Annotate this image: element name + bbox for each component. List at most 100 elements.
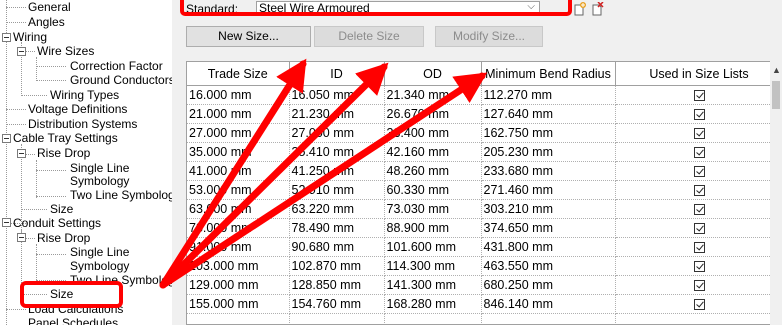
table-row[interactable]: 129.000 mm 128.850 mm 141.300 mm 680.250 mm xyxy=(187,275,770,295)
cell-min-bend-radius[interactable]: 303.210 mm xyxy=(481,199,616,219)
delete-standard-icon[interactable] xyxy=(592,2,604,16)
tree-item-wire-sizes[interactable]: Wire Sizes xyxy=(37,44,94,58)
cell-id[interactable]: 102.870 mm xyxy=(289,256,385,276)
cell-trade-size[interactable]: 53.000 mm xyxy=(187,180,290,200)
cell-id[interactable]: 90.680 mm xyxy=(289,237,385,257)
tree-item-angles[interactable]: Angles xyxy=(28,15,65,29)
cell-id[interactable]: 27.000 mm xyxy=(289,123,385,143)
scroll-up-arrow-icon[interactable]: ▲ xyxy=(772,65,781,75)
cell-od[interactable]: 101.600 mm xyxy=(384,237,482,257)
tree-item-cable-tray-symbology[interactable]: Symbology xyxy=(70,174,129,188)
checkbox-checked-icon[interactable] xyxy=(693,204,705,216)
cell-id[interactable]: 16.050 mm xyxy=(289,85,385,105)
header-trade-size[interactable]: Trade Size xyxy=(187,62,290,86)
table-row[interactable]: 27.000 mm 27.000 mm 33.400 mm 162.750 mm xyxy=(187,123,770,143)
table-row[interactable]: 21.000 mm 21.230 mm 26.670 mm 127.640 mm xyxy=(187,104,770,124)
table-row[interactable]: 103.000 mm 102.870 mm 114.300 mm 463.550 mm xyxy=(187,256,770,276)
cell-od[interactable]: 73.030 mm xyxy=(384,199,482,219)
cell-min-bend-radius[interactable]: 233.680 mm xyxy=(481,161,616,181)
cell-trade-size[interactable]: 63.000 mm xyxy=(187,199,290,219)
cell-id[interactable]: 63.220 mm xyxy=(289,199,385,219)
collapse-wire-sizes-icon[interactable] xyxy=(17,47,26,56)
table-row[interactable]: 78.000 mm 78.490 mm 88.900 mm 374.650 mm xyxy=(187,218,770,238)
cell-trade-size[interactable]: 155.000 mm xyxy=(187,294,290,314)
tree-item-cable-tray-single-line[interactable]: Single Line xyxy=(70,161,129,175)
cell-trade-size[interactable]: 35.000 mm xyxy=(187,142,290,162)
tree-item-general[interactable]: General xyxy=(28,0,71,14)
checkbox-checked-icon[interactable] xyxy=(693,128,705,140)
collapse-conduit-rise-drop-icon[interactable] xyxy=(17,233,26,242)
collapse-conduit-settings-icon[interactable] xyxy=(2,218,11,227)
cell-id[interactable]: 78.490 mm xyxy=(289,218,385,238)
tree-item-conduit-single-line[interactable]: Single Line xyxy=(70,245,129,259)
cell-trade-size[interactable]: 16.000 mm xyxy=(187,85,290,105)
cell-trade-size[interactable]: 129.000 mm xyxy=(187,275,290,295)
checkbox-checked-icon[interactable] xyxy=(693,185,705,197)
cell-id[interactable]: 41.250 mm xyxy=(289,161,385,181)
tree-item-conduit-settings[interactable]: Conduit Settings xyxy=(13,216,101,230)
header-id[interactable]: ID xyxy=(289,62,385,86)
cell-min-bend-radius[interactable]: 205.230 mm xyxy=(481,142,616,162)
header-od[interactable]: OD xyxy=(384,62,482,86)
collapse-cable-tray-icon[interactable] xyxy=(2,134,11,143)
cell-trade-size[interactable]: 91.000 mm xyxy=(187,237,290,257)
header-min-bend-radius[interactable]: Minimum Bend Radius xyxy=(481,62,616,86)
modify-size-button[interactable]: Modify Size... xyxy=(435,26,543,47)
tree-item-cable-tray-two-line-symbology[interactable]: Two Line Symbology xyxy=(70,188,172,202)
cell-min-bend-radius[interactable]: 374.650 mm xyxy=(481,218,616,238)
tree-item-cable-tray-rise-drop[interactable]: Rise Drop xyxy=(37,146,90,160)
cell-id[interactable]: 154.760 mm xyxy=(289,294,385,314)
add-standard-icon[interactable] xyxy=(574,2,586,16)
cell-trade-size[interactable]: 27.000 mm xyxy=(187,123,290,143)
checkbox-checked-icon[interactable] xyxy=(693,90,705,102)
cell-trade-size[interactable]: 41.000 mm xyxy=(187,161,290,181)
cell-id[interactable]: 21.230 mm xyxy=(289,104,385,124)
cell-od[interactable]: 33.400 mm xyxy=(384,123,482,143)
cell-min-bend-radius[interactable]: 112.270 mm xyxy=(481,85,616,105)
tree-item-distribution-systems[interactable]: Distribution Systems xyxy=(28,117,137,131)
cell-od[interactable]: 88.900 mm xyxy=(384,218,482,238)
cell-min-bend-radius[interactable]: 846.140 mm xyxy=(481,294,616,314)
tree-item-voltage-definitions[interactable]: Voltage Definitions xyxy=(28,102,127,116)
tree-item-wiring[interactable]: Wiring xyxy=(13,30,47,44)
cell-id[interactable]: 35.410 mm xyxy=(289,142,385,162)
checkbox-checked-icon[interactable] xyxy=(693,299,705,311)
collapse-rise-drop-icon[interactable] xyxy=(17,149,26,158)
tree-item-ground-conductors[interactable]: Ground Conductors xyxy=(70,73,172,87)
cell-trade-size[interactable]: 103.000 mm xyxy=(187,256,290,276)
tree-item-wiring-types[interactable]: Wiring Types xyxy=(50,88,119,102)
checkbox-checked-icon[interactable] xyxy=(693,280,705,292)
cell-od[interactable]: 48.260 mm xyxy=(384,161,482,181)
cell-min-bend-radius[interactable]: 127.640 mm xyxy=(481,104,616,124)
checkbox-checked-icon[interactable] xyxy=(693,109,705,121)
checkbox-checked-icon[interactable] xyxy=(693,261,705,273)
new-size-button[interactable]: New Size... xyxy=(186,26,311,47)
table-row[interactable]: 91.000 mm 90.680 mm 101.600 mm 431.800 mm xyxy=(187,237,770,257)
checkbox-checked-icon[interactable] xyxy=(693,242,705,254)
tree-item-correction-factor[interactable]: Correction Factor xyxy=(70,59,163,73)
table-row[interactable]: 41.000 mm 41.250 mm 48.260 mm 233.680 mm xyxy=(187,161,770,181)
checkbox-checked-icon[interactable] xyxy=(693,223,705,235)
table-row[interactable]: 63.000 mm 63.220 mm 73.030 mm 303.210 mm xyxy=(187,199,770,219)
vertical-scrollbar[interactable]: ▲ xyxy=(770,61,782,325)
cell-trade-size[interactable]: 21.000 mm xyxy=(187,104,290,124)
cell-id[interactable]: 52.910 mm xyxy=(289,180,385,200)
delete-size-button[interactable]: Delete Size xyxy=(314,26,424,47)
cell-od[interactable]: 168.280 mm xyxy=(384,294,482,314)
tree-item-cable-tray-settings[interactable]: Cable Tray Settings xyxy=(13,131,118,145)
tree-item-cable-tray-size[interactable]: Size xyxy=(50,202,73,216)
cell-id[interactable]: 128.850 mm xyxy=(289,275,385,295)
cell-od[interactable]: 114.300 mm xyxy=(384,256,482,276)
cell-od[interactable]: 141.300 mm xyxy=(384,275,482,295)
cell-min-bend-radius[interactable]: 431.800 mm xyxy=(481,237,616,257)
cell-od[interactable]: 42.160 mm xyxy=(384,142,482,162)
header-used-in-size-lists[interactable]: Used in Size Lists xyxy=(615,62,770,86)
table-row[interactable]: 53.000 mm 52.910 mm 60.330 mm 271.460 mm xyxy=(187,180,770,200)
checkbox-checked-icon[interactable] xyxy=(693,147,705,159)
table-row[interactable]: 155.000 mm 154.760 mm 168.280 mm 846.140 mm xyxy=(187,294,770,314)
cell-min-bend-radius[interactable]: 680.250 mm xyxy=(481,275,616,295)
cell-min-bend-radius[interactable]: 162.750 mm xyxy=(481,123,616,143)
cell-min-bend-radius[interactable]: 463.550 mm xyxy=(481,256,616,276)
cell-od[interactable]: 60.330 mm xyxy=(384,180,482,200)
cell-od[interactable]: 21.340 mm xyxy=(384,85,482,105)
